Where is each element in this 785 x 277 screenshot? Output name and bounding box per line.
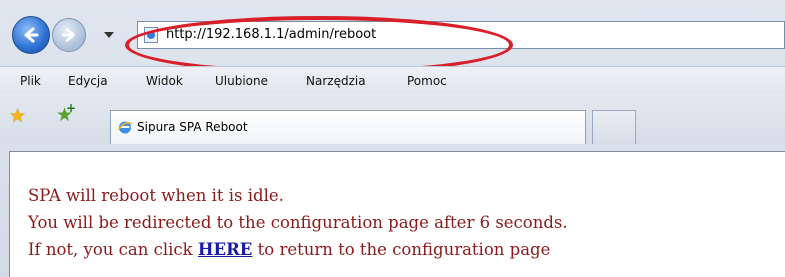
menu-ulubione[interactable]: Ulubione: [215, 74, 268, 88]
message-line-3: If not, you can click HERE to return to …: [28, 236, 568, 263]
menu-pomoc[interactable]: Pomoc: [407, 74, 447, 88]
message-line-1: SPA will reboot when it is idle.: [28, 186, 284, 205]
message-line-3-suffix: to return to the configuration page: [257, 240, 551, 259]
back-arrow-icon: [24, 27, 39, 43]
ie-page-icon: [117, 121, 133, 134]
tab-bar: ★ ★ Sipura SPA Reboot: [0, 94, 785, 144]
menu-edycja[interactable]: Edycja: [68, 74, 108, 88]
menu-bar: Plik Edycja Widok Ulubione Narzędzia Pom…: [0, 66, 785, 96]
browser-window: http://192.168.1.1/admin/reboot Plik Edy…: [0, 0, 785, 277]
add-favorites-icon[interactable]: ★: [56, 102, 76, 125]
history-dropdown[interactable]: [104, 32, 114, 38]
forward-arrow-icon: [62, 28, 75, 42]
tab-title: Sipura SPA Reboot: [137, 120, 248, 134]
star-icon[interactable]: ★: [9, 107, 26, 126]
menu-plik[interactable]: Plik: [20, 74, 41, 88]
message-line-3-prefix: If not, you can click: [28, 240, 193, 259]
here-link[interactable]: HERE: [198, 240, 252, 259]
menu-narzedzia[interactable]: Narzędzia: [306, 74, 366, 88]
menu-widok[interactable]: Widok: [146, 74, 183, 88]
new-tab-button[interactable]: [592, 110, 636, 144]
page-icon: [144, 27, 158, 43]
message-line-2: You will be redirected to the configurat…: [28, 213, 568, 232]
address-bar[interactable]: http://192.168.1.1/admin/reboot: [137, 21, 785, 49]
reboot-message: SPA will reboot when it is idle. You wil…: [28, 182, 568, 263]
back-button[interactable]: [12, 16, 50, 54]
navigation-bar: http://192.168.1.1/admin/reboot: [0, 12, 785, 74]
address-url[interactable]: http://192.168.1.1/admin/reboot: [166, 27, 376, 42]
tab-sipura-reboot[interactable]: Sipura SPA Reboot: [110, 110, 586, 144]
page-content: SPA will reboot when it is idle. You wil…: [9, 151, 785, 277]
forward-button[interactable]: [52, 18, 86, 52]
